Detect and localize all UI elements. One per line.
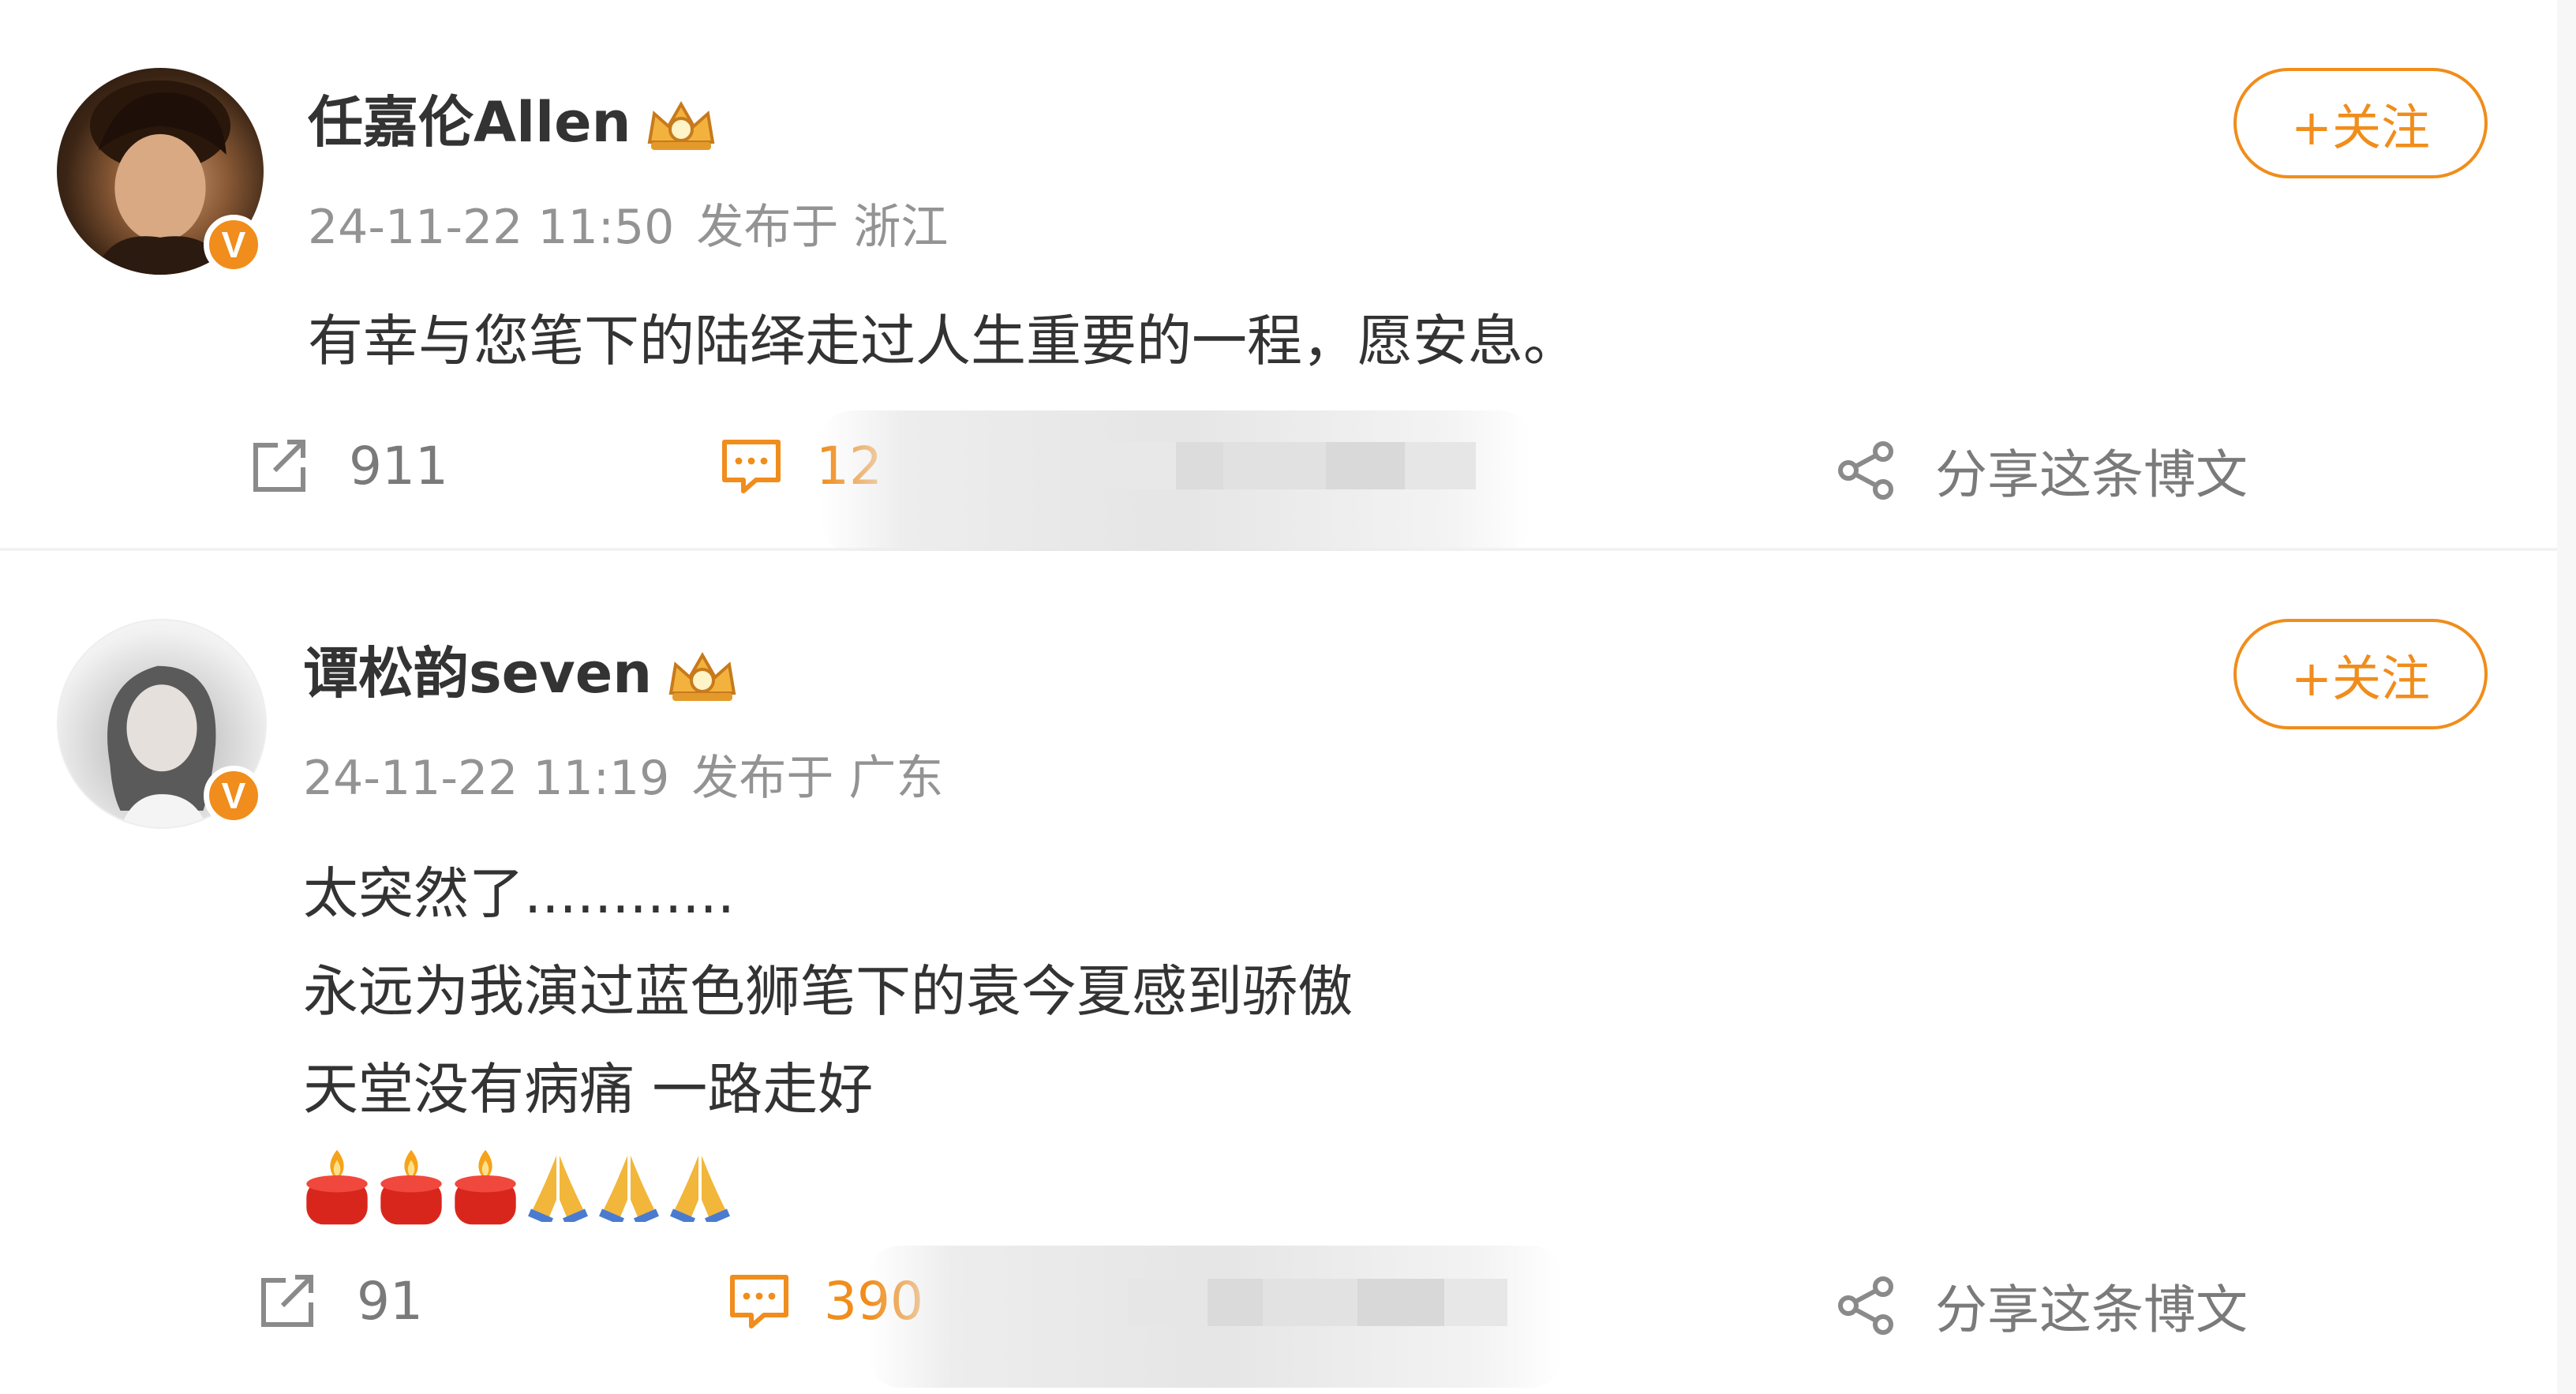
- post-text-line: 天堂没有病痛 一路走好: [303, 1057, 874, 1122]
- timestamp[interactable]: 24-11-22 11:19: [303, 751, 669, 806]
- share-icon: [1838, 1276, 1893, 1335]
- pixelated-region: [1089, 442, 1476, 489]
- folded-hands-emoji-icon: [528, 1156, 588, 1222]
- repost-icon: [261, 1275, 313, 1327]
- emoji-row: [303, 1138, 1353, 1236]
- share-label: 分享这条博文: [1935, 444, 2248, 505]
- candle-emoji-icon: [306, 1149, 368, 1225]
- comment-icon: [730, 1275, 788, 1328]
- post-text: 有幸与您笔下的陆绎走过人生重要的一程，愿安息。: [308, 292, 1578, 390]
- username[interactable]: 谭松韵seven: [303, 638, 739, 709]
- candle-emoji-icon: [380, 1149, 442, 1225]
- post-text-line: 有幸与您笔下的陆绎走过人生重要的一程，愿安息。: [308, 309, 1578, 373]
- post-source: 发布于 广东: [691, 751, 944, 806]
- repost-button[interactable]: 91: [254, 1268, 423, 1334]
- post-meta: 24-11-22 11:19 发布于 广东: [303, 747, 965, 810]
- folded-hands-emoji-icon: [599, 1156, 659, 1222]
- candle-emoji-icon: [455, 1149, 516, 1225]
- username-text[interactable]: 任嘉伦Allen: [308, 90, 631, 155]
- share-button[interactable]: 分享这条博文: [1833, 433, 2248, 508]
- post-text-line: 太突然了............: [303, 861, 736, 926]
- share-icon: [1838, 441, 1893, 500]
- post-text-line: 永远为我演过蓝色狮笔下的袁今夏感到骄傲: [303, 959, 1353, 1024]
- share-button[interactable]: 分享这条博文: [1833, 1268, 2248, 1343]
- post-meta: 24-11-22 11:50 发布于 浙江: [308, 196, 970, 259]
- comment-icon: [722, 440, 781, 493]
- scrollbar-track[interactable]: [2557, 0, 2576, 1394]
- post-text: 太突然了............ 永远为我演过蓝色狮笔下的袁今夏感到骄傲 天堂没…: [303, 845, 1353, 1236]
- weibo-post: V 谭松韵seven 24-11-22 11:19 发布于 广东 +关注 太突然了…: [0, 551, 2557, 1394]
- repost-count: 911: [349, 435, 448, 497]
- timestamp[interactable]: 24-11-22 11:50: [308, 200, 674, 255]
- pixelated-region: [1129, 1279, 1507, 1326]
- repost-button[interactable]: 911: [246, 433, 448, 499]
- share-label: 分享这条博文: [1935, 1280, 2248, 1340]
- repost-count: 91: [357, 1270, 423, 1332]
- post-source: 发布于 浙江: [696, 200, 949, 255]
- crown-badge-icon: [648, 100, 715, 150]
- verified-badge-icon: V: [204, 766, 264, 826]
- crown-badge-icon: [668, 651, 736, 701]
- username[interactable]: 任嘉伦Allen: [308, 87, 717, 158]
- repost-icon: [253, 440, 305, 492]
- follow-button[interactable]: +关注: [2233, 68, 2488, 178]
- username-text[interactable]: 谭松韵seven: [303, 641, 652, 706]
- follow-button[interactable]: +关注: [2233, 619, 2488, 729]
- folded-hands-emoji-icon: [670, 1156, 730, 1222]
- verified-badge-icon: V: [204, 215, 264, 275]
- weibo-post: V 任嘉伦Allen 24-11-22 11:50 发布于 浙江 +关注 有幸与您…: [0, 0, 2557, 553]
